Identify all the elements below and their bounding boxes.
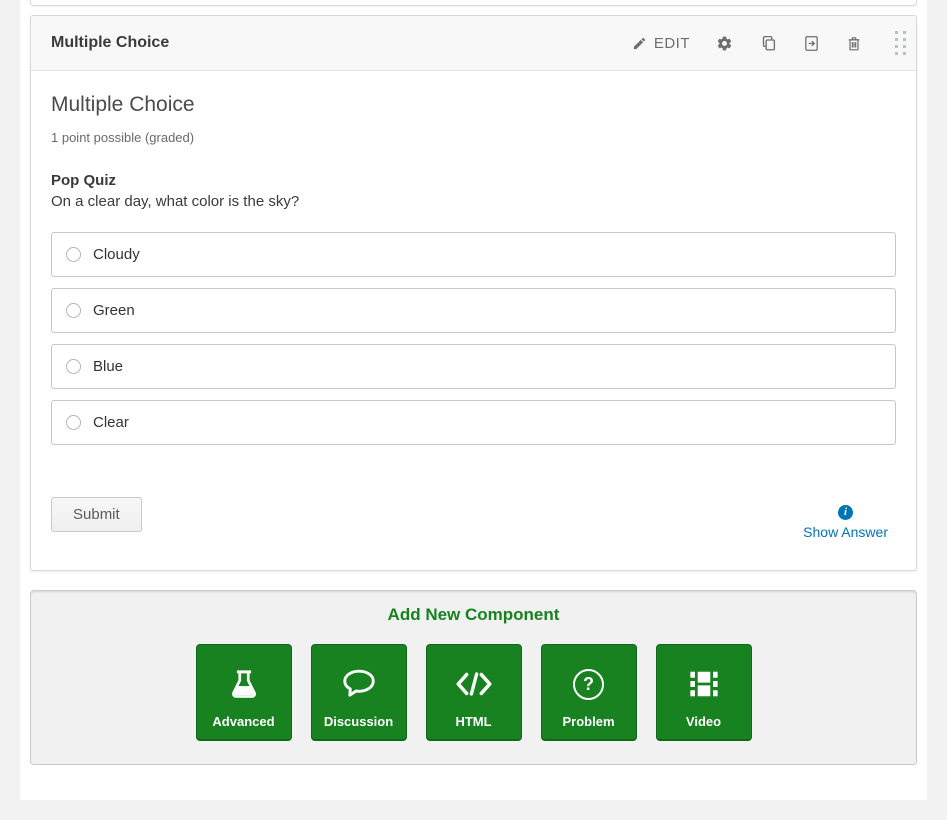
choice-label: Blue	[93, 358, 123, 375]
radio-button[interactable]	[66, 415, 81, 430]
choice-label: Clear	[93, 414, 129, 431]
unit-editor-page: Multiple Choice EDIT	[20, 0, 927, 800]
add-button-label: Discussion	[324, 714, 393, 729]
move-button[interactable]	[790, 29, 833, 58]
component-card-header: Multiple Choice EDIT	[31, 16, 916, 71]
radio-button[interactable]	[66, 303, 81, 318]
problem-actions-row: Submit i Show Answer	[51, 497, 896, 540]
submit-button[interactable]: Submit	[51, 497, 142, 532]
choice-row[interactable]: Green	[51, 288, 896, 333]
move-icon	[803, 35, 820, 52]
add-advanced-button[interactable]: Advanced	[196, 644, 292, 741]
add-new-component-title: Add New Component	[31, 605, 916, 625]
flask-icon	[227, 663, 261, 705]
add-button-label: Video	[686, 714, 721, 729]
drag-handle-icon	[895, 31, 906, 55]
settings-button[interactable]	[703, 29, 746, 58]
show-answer-block[interactable]: i Show Answer	[803, 505, 888, 540]
edit-button-label: EDIT	[654, 35, 690, 52]
film-icon	[687, 663, 721, 705]
add-new-component-panel: Add New Component Advanced	[30, 590, 917, 765]
add-component-buttons: Advanced Discussion HTML	[31, 644, 916, 741]
add-button-label: Problem	[562, 714, 614, 729]
component-actions: EDIT	[619, 23, 916, 63]
problem-body: Multiple Choice 1 point possible (graded…	[31, 71, 916, 570]
choice-label: Cloudy	[93, 246, 140, 263]
delete-button[interactable]	[833, 29, 875, 58]
problem-title: Multiple Choice	[51, 93, 896, 117]
problem-points-text: 1 point possible (graded)	[51, 130, 896, 145]
pencil-icon	[632, 36, 647, 51]
choice-label: Green	[93, 302, 135, 319]
component-card: Multiple Choice EDIT	[30, 15, 917, 571]
speech-bubble-icon	[341, 663, 377, 705]
choice-row[interactable]: Cloudy	[51, 232, 896, 277]
edit-button[interactable]: EDIT	[619, 29, 703, 58]
question-circle-icon: ?	[573, 663, 604, 705]
question-text: On a clear day, what color is the sky?	[51, 193, 896, 210]
gear-icon	[716, 35, 733, 52]
show-answer-link[interactable]: Show Answer	[803, 524, 888, 540]
radio-button[interactable]	[66, 359, 81, 374]
code-icon	[453, 663, 495, 705]
info-circle-icon[interactable]: i	[838, 505, 853, 520]
add-discussion-button[interactable]: Discussion	[311, 644, 407, 741]
choice-row[interactable]: Clear	[51, 400, 896, 445]
question-title: Pop Quiz	[51, 172, 896, 189]
radio-button[interactable]	[66, 247, 81, 262]
add-html-button[interactable]: HTML	[426, 644, 522, 741]
drag-handle[interactable]	[883, 23, 916, 63]
choices-group: Cloudy Green Blue Clear	[51, 232, 896, 445]
add-button-label: Advanced	[212, 714, 274, 729]
delete-icon	[846, 35, 862, 52]
choice-row[interactable]: Blue	[51, 344, 896, 389]
add-problem-button[interactable]: ? Problem	[541, 644, 637, 741]
duplicate-icon	[759, 34, 777, 52]
component-title: Multiple Choice	[51, 34, 169, 52]
duplicate-button[interactable]	[746, 28, 790, 58]
add-video-button[interactable]: Video	[656, 644, 752, 741]
add-button-label: HTML	[455, 714, 491, 729]
previous-component-edge	[30, 0, 917, 6]
